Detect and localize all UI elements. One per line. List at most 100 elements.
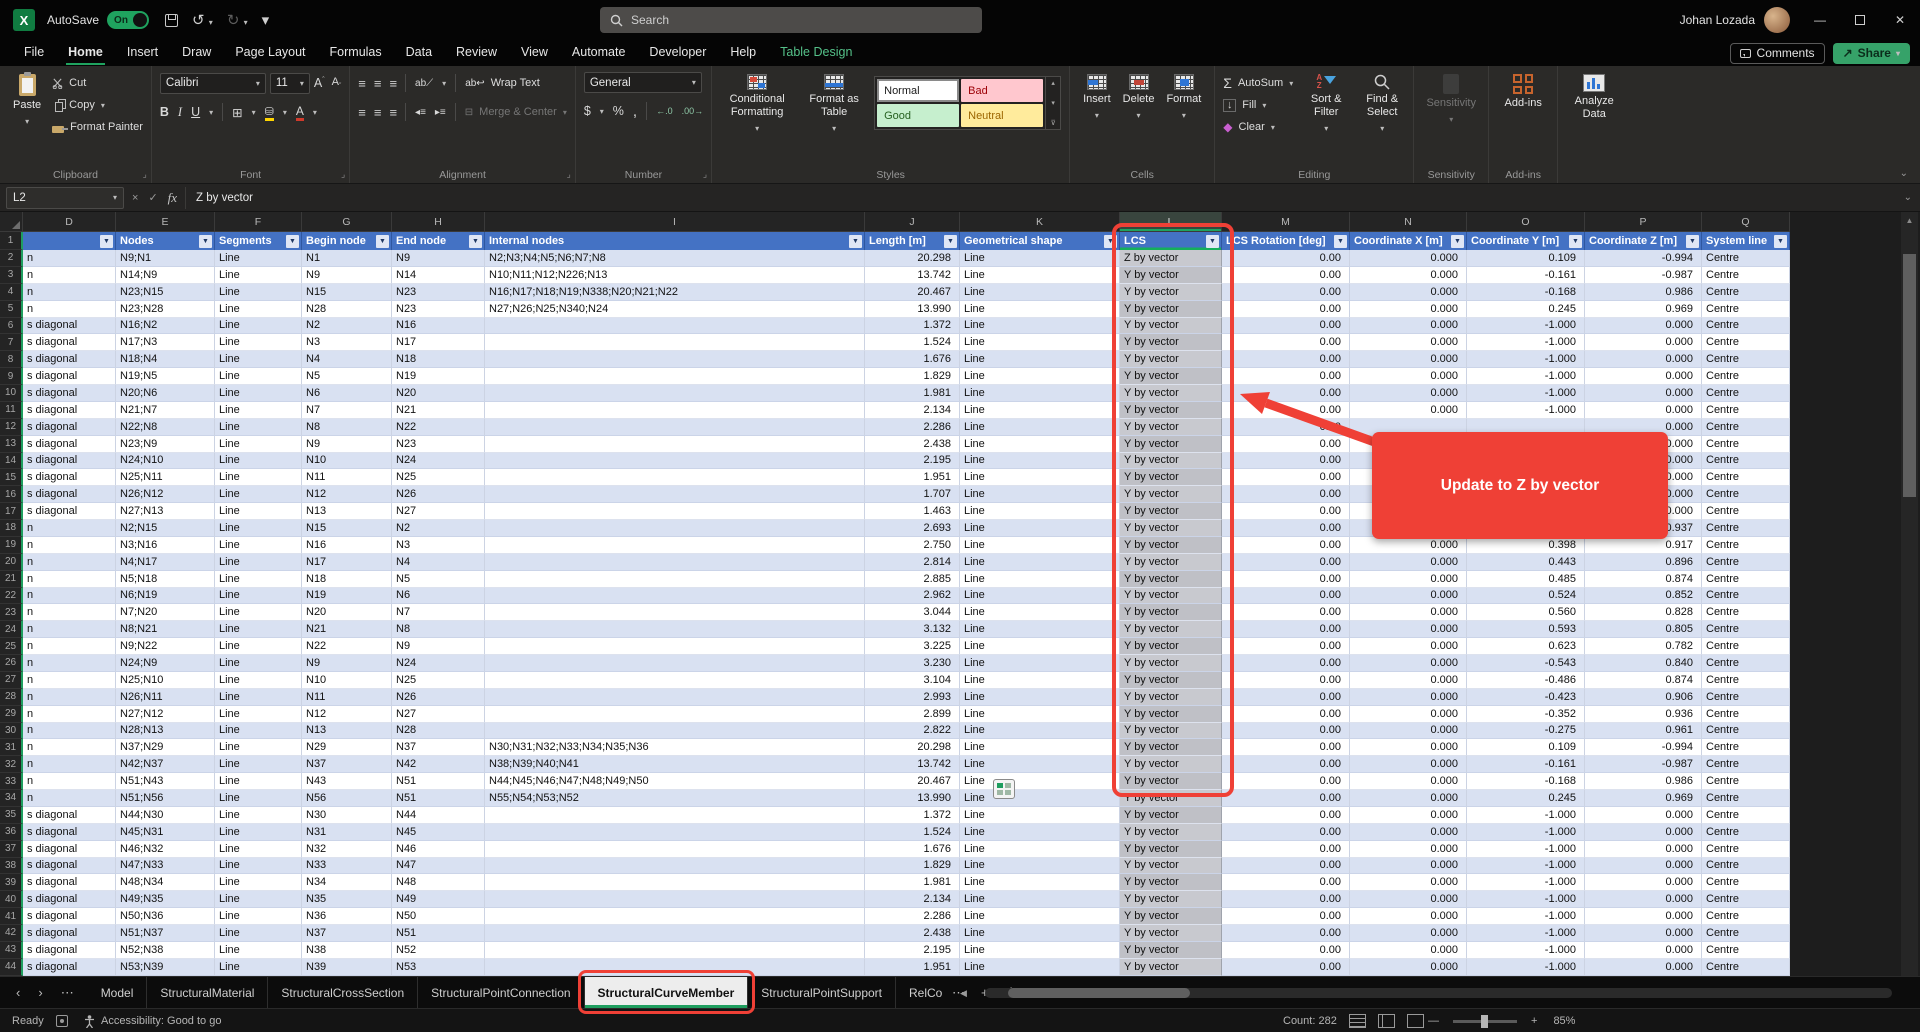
zoom-in-icon[interactable]: + — [1531, 1015, 1537, 1027]
cell[interactable]: N7 — [392, 604, 485, 621]
cell[interactable]: 0.000 — [1350, 301, 1467, 318]
cell[interactable]: N5 — [302, 368, 392, 385]
scroll-up-icon[interactable]: ▲ — [1901, 212, 1918, 229]
cell[interactable]: N44 — [392, 807, 485, 824]
table-column-header[interactable]: Geometrical shape▼ — [960, 232, 1120, 250]
search-input[interactable]: Search — [600, 7, 982, 33]
cell[interactable]: 1.707 — [865, 486, 960, 503]
cell[interactable]: 0.000 — [1585, 807, 1702, 824]
cell[interactable] — [485, 672, 865, 689]
cell[interactable]: Centre — [1702, 537, 1790, 554]
table-column-header[interactable]: Coordinate X [m]▼ — [1350, 232, 1467, 250]
row-header[interactable]: 25 — [0, 638, 23, 655]
cell[interactable]: N21 — [302, 621, 392, 638]
cell[interactable]: s diagonal — [23, 824, 116, 841]
cell[interactable]: N45;N31 — [116, 824, 215, 841]
cell-style-normal[interactable]: Normal — [877, 79, 959, 102]
cell[interactable]: -1.000 — [1467, 858, 1585, 875]
close-button[interactable]: ✕ — [1880, 0, 1920, 40]
table-column-header[interactable]: Segments▼ — [215, 232, 302, 250]
cell[interactable]: 0.00 — [1222, 959, 1350, 976]
cell[interactable]: Line — [960, 554, 1120, 571]
cell[interactable]: Centre — [1702, 790, 1790, 807]
decrease-indent-icon[interactable]: ◂≡ — [415, 107, 426, 118]
cell[interactable]: 0.00 — [1222, 402, 1350, 419]
filter-dropdown-icon[interactable]: ▼ — [286, 235, 299, 248]
cell[interactable]: Y by vector — [1120, 807, 1222, 824]
cell[interactable]: Centre — [1702, 807, 1790, 824]
cell[interactable] — [485, 334, 865, 351]
cell[interactable]: Line — [215, 824, 302, 841]
font-dialog-launcher[interactable]: ⌟ — [341, 169, 345, 180]
cell[interactable] — [485, 942, 865, 959]
cell[interactable]: -0.987 — [1585, 756, 1702, 773]
row-header[interactable]: 10 — [0, 385, 23, 402]
cell[interactable]: Y by vector — [1120, 301, 1222, 318]
cell[interactable]: N53 — [392, 959, 485, 976]
cell[interactable]: 0.00 — [1222, 739, 1350, 756]
filter-dropdown-icon[interactable]: ▼ — [199, 235, 212, 248]
cell[interactable]: 0.000 — [1350, 959, 1467, 976]
cell[interactable]: Y by vector — [1120, 959, 1222, 976]
cell[interactable]: Y by vector — [1120, 739, 1222, 756]
cell[interactable]: N42;N37 — [116, 756, 215, 773]
horizontal-scrollbar[interactable] — [985, 988, 1892, 998]
row-header[interactable]: 12 — [0, 419, 23, 436]
cell[interactable]: Line — [960, 250, 1120, 267]
addins-button[interactable]: Add-ins — [1497, 72, 1549, 165]
cell[interactable]: 0.000 — [1585, 824, 1702, 841]
cell[interactable]: Y by vector — [1120, 824, 1222, 841]
cell[interactable]: Y by vector — [1120, 588, 1222, 605]
cell[interactable]: Line — [960, 689, 1120, 706]
row-header[interactable]: 41 — [0, 908, 23, 925]
format-as-table-button[interactable]: Format as Table▾ — [804, 72, 864, 165]
row-header[interactable]: 14 — [0, 453, 23, 470]
cell[interactable]: s diagonal — [23, 334, 116, 351]
cell[interactable]: Line — [960, 368, 1120, 385]
cell[interactable]: 0.000 — [1350, 267, 1467, 284]
row-header[interactable]: 34 — [0, 790, 23, 807]
cell[interactable]: 0.00 — [1222, 706, 1350, 723]
cell[interactable]: n — [23, 520, 116, 537]
cell[interactable]: N35 — [302, 891, 392, 908]
align-right-icon[interactable]: ≡ — [389, 105, 396, 120]
cell[interactable]: N17 — [392, 334, 485, 351]
cell[interactable]: Line — [215, 723, 302, 740]
cell-style-good[interactable]: Good — [877, 104, 959, 127]
filter-dropdown-icon[interactable]: ▼ — [1569, 235, 1582, 248]
cell[interactable]: 0.000 — [1350, 368, 1467, 385]
cell[interactable]: 0.00 — [1222, 267, 1350, 284]
cell[interactable]: 0.000 — [1350, 334, 1467, 351]
row-header[interactable]: 19 — [0, 537, 23, 554]
cell[interactable]: N9 — [302, 436, 392, 453]
cell[interactable]: N2;N3;N4;N5;N6;N7;N8 — [485, 250, 865, 267]
cell[interactable]: Line — [215, 925, 302, 942]
cell[interactable]: 0.00 — [1222, 503, 1350, 520]
cell[interactable]: N36 — [302, 908, 392, 925]
menu-tab-insert[interactable]: Insert — [115, 40, 170, 66]
filter-dropdown-icon[interactable]: ▼ — [1206, 235, 1219, 248]
cell[interactable] — [485, 824, 865, 841]
cell[interactable]: N9 — [392, 638, 485, 655]
cell[interactable]: 0.00 — [1222, 908, 1350, 925]
cell[interactable]: 0.840 — [1585, 655, 1702, 672]
cell[interactable]: Y by vector — [1120, 436, 1222, 453]
cell[interactable]: Line — [215, 858, 302, 875]
cell[interactable]: 0.00 — [1222, 756, 1350, 773]
cell[interactable]: -0.161 — [1467, 267, 1585, 284]
cell[interactable]: 0.000 — [1350, 874, 1467, 891]
cell[interactable]: Line — [215, 841, 302, 858]
cell[interactable]: Y by vector — [1120, 453, 1222, 470]
cell[interactable]: N51;N37 — [116, 925, 215, 942]
cell[interactable]: Line — [215, 773, 302, 790]
cell[interactable]: Line — [215, 368, 302, 385]
cell[interactable]: 2.750 — [865, 537, 960, 554]
cell[interactable]: N20 — [392, 385, 485, 402]
row-header[interactable]: 7 — [0, 334, 23, 351]
page-layout-view-icon[interactable] — [1378, 1014, 1395, 1028]
cell[interactable]: 3.044 — [865, 604, 960, 621]
row-header[interactable]: 20 — [0, 554, 23, 571]
cell[interactable]: Y by vector — [1120, 908, 1222, 925]
table-column-header[interactable]: Coordinate Z [m]▼ — [1585, 232, 1702, 250]
cell[interactable]: 0.000 — [1585, 908, 1702, 925]
